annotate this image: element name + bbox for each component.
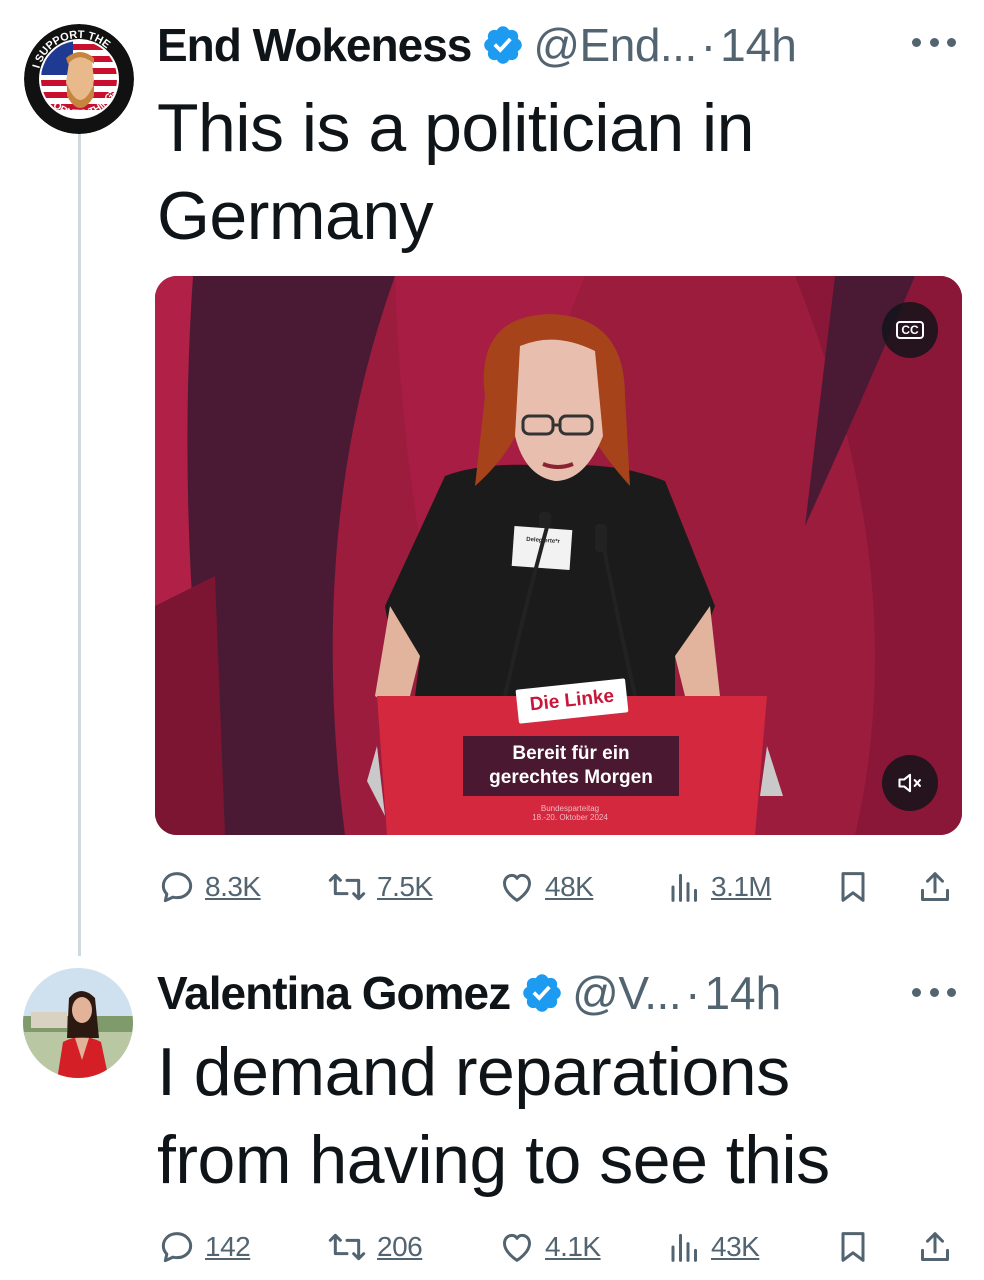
handle[interactable]: @End... [533,18,697,72]
views-icon [671,873,697,902]
like-count: 48K [545,871,594,902]
views-button[interactable]: 43K [663,1222,760,1272]
more-icon[interactable] [912,982,956,1002]
like-icon [503,873,531,902]
views-button[interactable]: 3.1M [663,862,772,912]
timestamp[interactable]: 14h [704,966,781,1020]
display-name[interactable]: Valentina Gomez [157,966,511,1020]
like-count: 4.1K [545,1231,601,1262]
tweet-actions: 142 206 4.1K 43K [157,1222,957,1272]
like-button[interactable]: 4.1K [497,1222,601,1272]
tweet-text-line: Germany [157,178,434,254]
share-icon[interactable] [915,1222,955,1272]
podium-slogan-line: gerechtes Morgen [489,767,653,788]
avatar-valentina-gomez[interactable] [23,968,133,1078]
tweet-header: End Wokeness @End... · 14h [157,14,797,76]
timestamp[interactable]: 14h [720,18,797,72]
separator-dot: · [700,19,717,71]
repost-icon [328,1233,366,1261]
mute-icon[interactable] [882,755,938,811]
tweet-text-line: I demand reparations [157,1034,790,1110]
reply-icon [161,1232,193,1263]
bookmark-icon[interactable] [833,862,873,912]
repost-icon [328,873,366,901]
repost-button[interactable]: 206 [325,1222,423,1272]
reply-button[interactable]: 8.3K [157,862,261,912]
podium-event: Bundesparteitag 18.-20. Oktober 2024 [515,804,625,822]
tweet-text-line: This is a politician in [157,90,754,166]
thread-line [78,128,81,956]
podium-event-line: 18.-20. Oktober 2024 [532,813,608,822]
more-icon[interactable] [912,32,956,52]
verified-icon [523,974,561,1012]
repost-count: 206 [377,1231,423,1262]
podium-slogan: Bereit für ein gerechtes Morgen [463,736,679,796]
views-icon [671,1233,697,1262]
views-count: 43K [711,1231,760,1262]
reply-count: 8.3K [205,871,261,902]
tweet-text-line: from having to see this [157,1122,830,1198]
repost-button[interactable]: 7.5K [325,862,433,912]
like-icon [503,1233,531,1262]
reply-button[interactable]: 142 [157,1222,251,1272]
cc-icon[interactable]: CC [882,302,938,358]
handle[interactable]: @V... [572,966,682,1020]
podium-event-line: Bundesparteitag [540,804,600,813]
reply-count: 142 [205,1231,251,1262]
share-icon[interactable] [915,862,955,912]
display-name[interactable]: End Wokeness [157,18,472,72]
repost-count: 7.5K [377,871,433,902]
cc-label: CC [896,321,924,339]
reply-icon [161,872,193,903]
podium-slogan-line: Bereit für ein [512,743,630,764]
avatar-end-wokeness[interactable]: I SUPPORT THE FORMER THINGS [24,24,134,134]
tweet-header: Valentina Gomez @V... · 14h [157,962,781,1024]
separator-dot: · [685,967,701,1019]
like-button[interactable]: 48K [497,862,594,912]
tweet-text: I demand reparations from having to see … [157,1028,957,1204]
video-player[interactable]: Delegierte*r Die Linke Bereit für ein ge… [155,276,962,835]
tweet-text: This is a politician in Germany [157,84,957,260]
tweet-actions: 8.3K 7.5K 48K 3.1M [157,862,957,912]
verified-icon [484,26,523,64]
bookmark-icon[interactable] [833,1222,873,1272]
views-count: 3.1M [711,871,772,902]
